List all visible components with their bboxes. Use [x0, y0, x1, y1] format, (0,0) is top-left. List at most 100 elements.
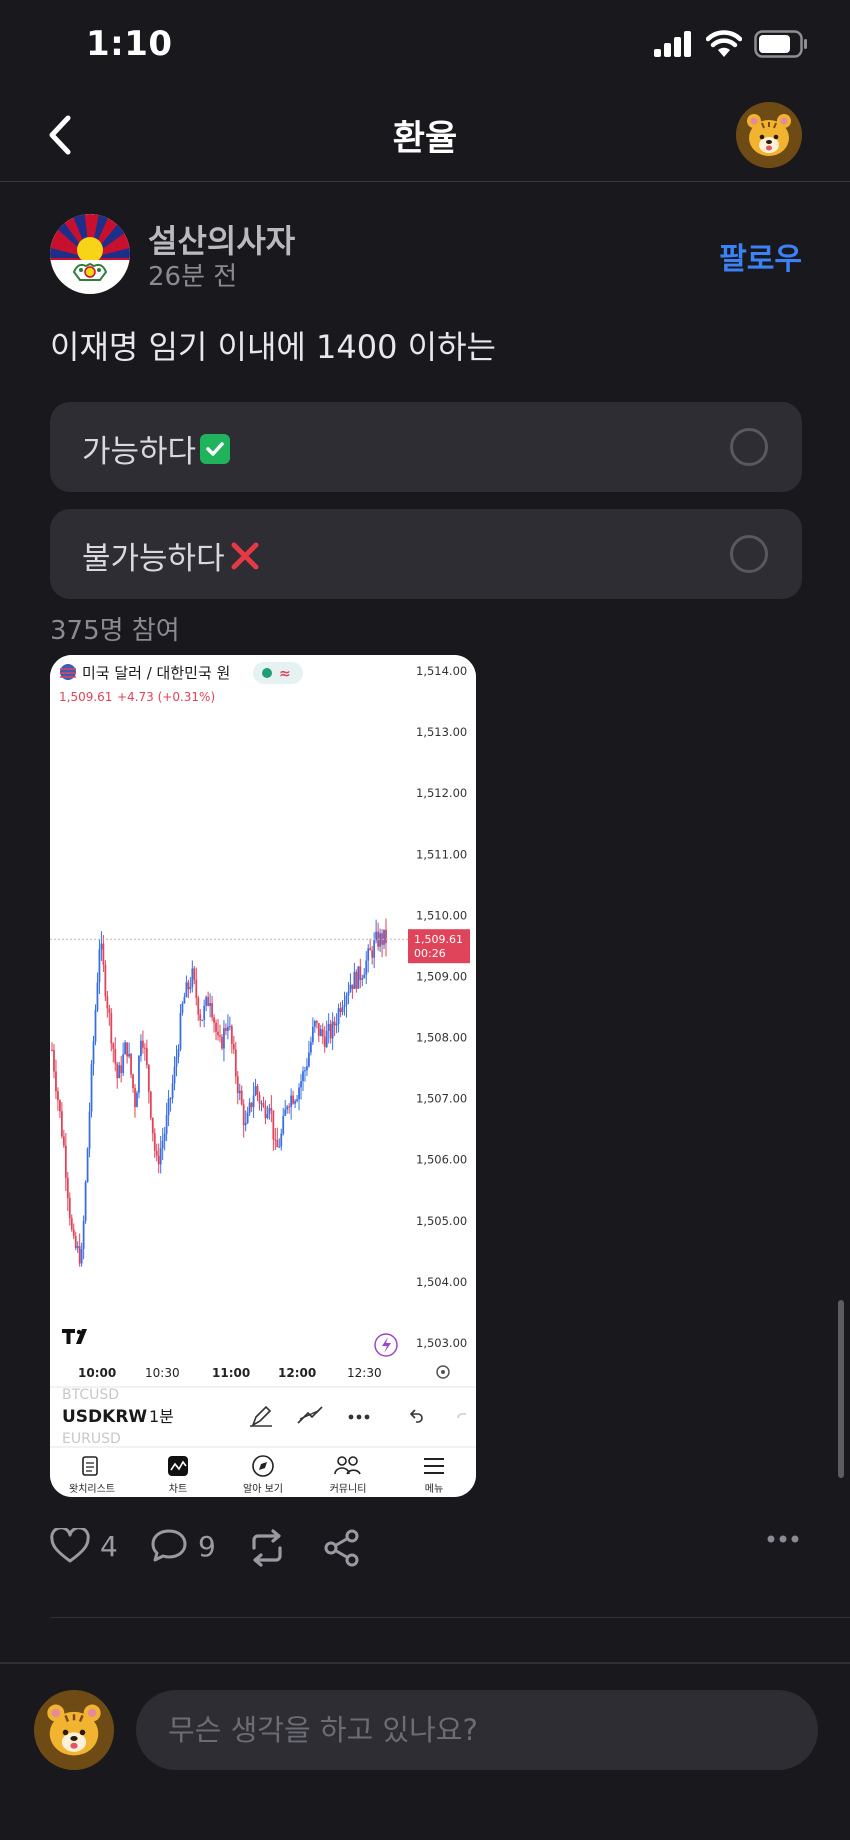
repost-button[interactable] — [246, 1528, 288, 1568]
candle-body — [140, 1040, 142, 1057]
candle-body — [373, 940, 376, 958]
comment-button[interactable]: 9 — [150, 1528, 216, 1564]
candle-body — [383, 929, 385, 945]
candle-body — [183, 997, 186, 1004]
poll-option-possible[interactable]: 가능하다 — [50, 402, 802, 492]
candle-body — [167, 1098, 170, 1116]
like-button[interactable]: 4 — [50, 1528, 118, 1564]
candle-body — [213, 1017, 215, 1023]
candle-body — [317, 1023, 320, 1036]
candle-body — [306, 1066, 308, 1071]
candle-body — [209, 1003, 212, 1006]
candle-body — [78, 1245, 81, 1264]
candle-body — [274, 1139, 277, 1141]
poll-option-label: 가능하다 — [82, 434, 197, 470]
candle-body — [155, 1150, 158, 1156]
candle-body — [193, 968, 196, 980]
symbol-label[interactable]: USDKRW — [62, 1407, 147, 1427]
candle-body — [270, 1108, 273, 1111]
follow-button[interactable]: 팔로우 — [719, 234, 802, 278]
composer-input[interactable] — [136, 1690, 818, 1770]
candle-body — [187, 982, 190, 990]
candle-body — [309, 1042, 312, 1053]
scrollbar-thumb[interactable] — [838, 1300, 844, 1478]
post-divider — [50, 1617, 850, 1618]
y-tick-label: 1,505.00 — [416, 1214, 467, 1228]
candle-body — [325, 1030, 328, 1047]
candle-body — [159, 1148, 162, 1165]
candle-body — [157, 1155, 160, 1165]
menu-tab-label: 메뉴 — [425, 1483, 443, 1495]
candle-body — [145, 1048, 148, 1065]
ghost-symbol-top: BTCUSD — [62, 1387, 119, 1403]
poll-radio-button[interactable] — [730, 428, 768, 466]
x-tick-label: 12:00 — [278, 1366, 316, 1380]
candle-body — [215, 1022, 217, 1032]
poll-option-label-wrap: 가능하다 — [82, 426, 231, 471]
more-options-button[interactable] — [766, 1534, 800, 1544]
candle-body — [106, 996, 109, 1009]
candle-body — [228, 1026, 231, 1028]
candle-body — [369, 948, 372, 951]
candle-body — [300, 1081, 302, 1088]
candle-body — [207, 996, 210, 1006]
watchlist-tab-label: 왓치리스트 — [69, 1483, 115, 1495]
attached-chart-image[interactable]: 미국 달러 / 대한민국 원 ≈ 1,509.61 +4.73 (+0.31%)… — [50, 655, 476, 1497]
candle-body — [335, 1023, 338, 1026]
candle-body — [357, 966, 360, 989]
battery-icon — [754, 30, 807, 58]
poll-option-impossible[interactable]: 불가능하다 — [50, 509, 802, 599]
status-bar: 1:10 — [0, 0, 850, 92]
candle-body — [175, 1057, 178, 1067]
candle-body — [96, 982, 99, 1011]
candle-body — [173, 1066, 176, 1084]
candle-body — [201, 1019, 204, 1021]
candle-body — [319, 1029, 322, 1036]
candle-body — [343, 1004, 346, 1008]
interval-label[interactable]: 1분 — [149, 1407, 174, 1426]
candle-body — [219, 1035, 221, 1037]
candle-body — [361, 978, 364, 980]
us-flag-icon — [60, 664, 76, 680]
candle-body — [92, 1041, 95, 1065]
more-tools-icon[interactable] — [348, 1414, 370, 1420]
composer-avatar — [34, 1690, 114, 1770]
chart-tab[interactable]: 차트 — [168, 1456, 188, 1495]
candle-body — [130, 1053, 132, 1075]
candle-body — [329, 1023, 332, 1039]
chart-svg: 미국 달러 / 대한민국 원 ≈ 1,509.61 +4.73 (+0.31%)… — [50, 655, 476, 1497]
last-price-label: 1,509.61 — [414, 933, 463, 946]
candle-body — [292, 1095, 295, 1104]
candle-body — [76, 1245, 79, 1249]
author-avatar[interactable] — [50, 214, 130, 294]
profile-avatar[interactable] — [736, 102, 802, 168]
candle-body — [258, 1094, 261, 1104]
y-tick-label: 1,510.00 — [416, 908, 467, 922]
check-mark-icon — [200, 433, 231, 464]
candle-body — [276, 1139, 279, 1148]
candle-body — [321, 1029, 324, 1037]
candle-body — [345, 995, 348, 1005]
candle-body — [181, 1003, 184, 1013]
candle-body — [163, 1133, 166, 1141]
share-button[interactable] — [322, 1528, 362, 1568]
candle-body — [246, 1112, 249, 1123]
y-tick-label: 1,509.00 — [416, 969, 467, 983]
candle-body — [72, 1229, 75, 1237]
poll-participants: 375명 참여 — [50, 616, 180, 646]
candle-body — [108, 1008, 111, 1013]
candle-body — [359, 966, 362, 980]
poll-radio-button[interactable] — [730, 535, 768, 573]
candle-body — [124, 1042, 127, 1055]
candle-body — [199, 1014, 202, 1021]
candle-body — [94, 1010, 97, 1042]
candle-body — [53, 1049, 55, 1072]
candle-body — [136, 1092, 138, 1108]
candle-body — [365, 960, 368, 975]
candle-body — [371, 950, 374, 958]
candle-body — [264, 1106, 267, 1119]
candle-body — [315, 1021, 318, 1024]
candle-body — [244, 1122, 247, 1126]
candle-body — [284, 1109, 287, 1116]
candle-body — [138, 1056, 140, 1093]
